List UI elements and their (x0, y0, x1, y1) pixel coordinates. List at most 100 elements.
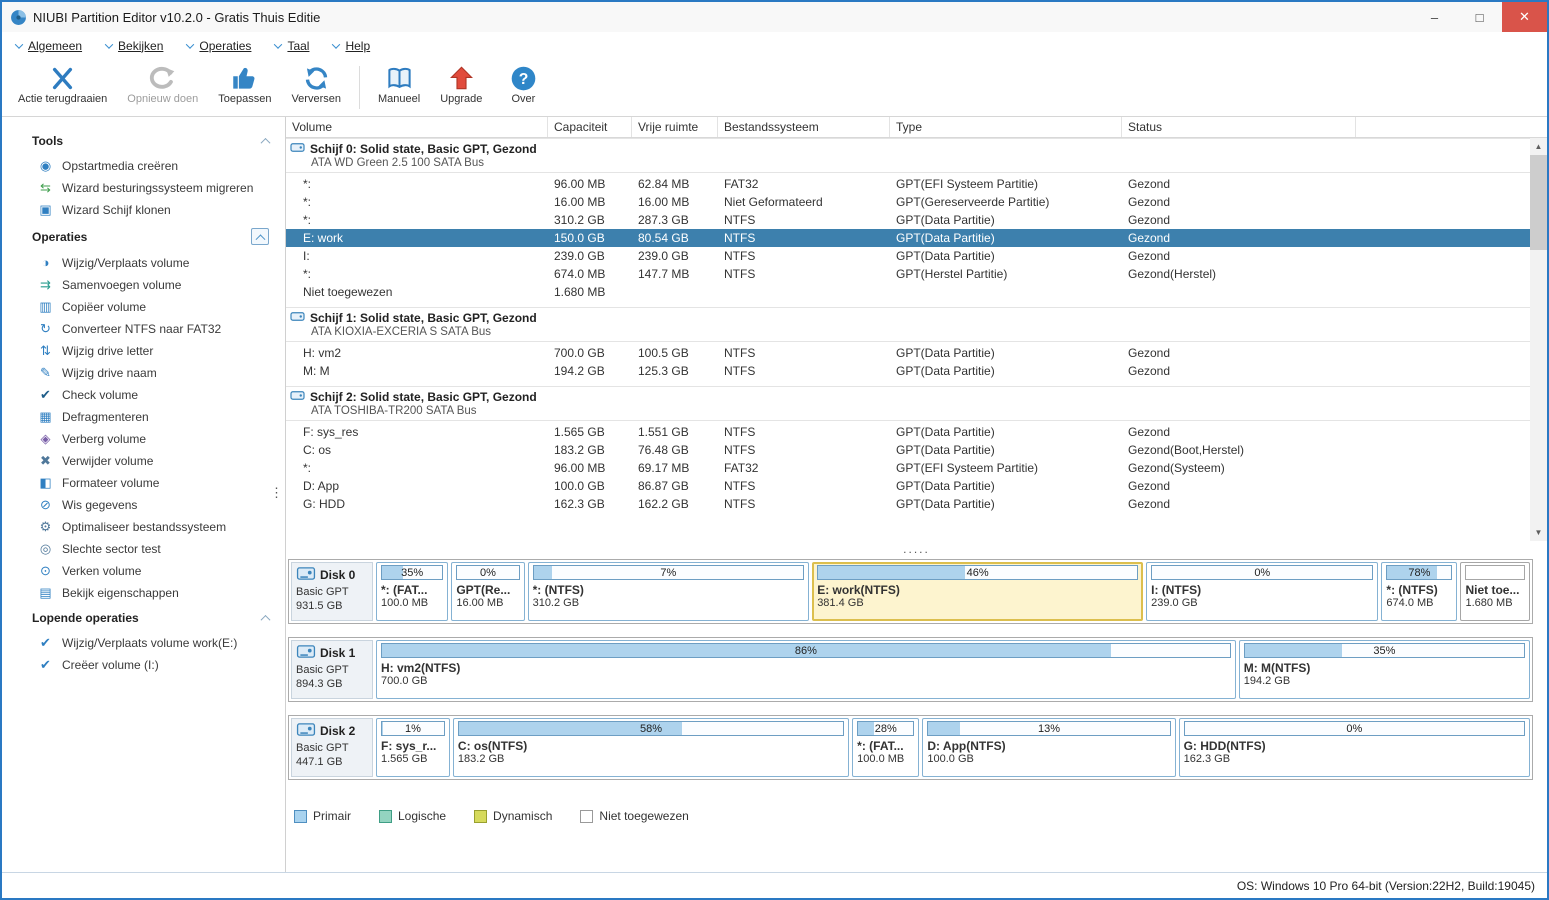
sidebar-item[interactable]: ⊙ Verken volume (2, 560, 285, 582)
partition-block[interactable]: 46% E: work(NTFS) 381.4 GB (812, 562, 1143, 621)
sidebar-item[interactable]: ▤ Bekijk eigenschappen (2, 582, 285, 604)
type-cell: GPT(EFI Systeem Partitie) (890, 177, 1122, 191)
vertical-scrollbar[interactable]: ▲ ▼ (1530, 138, 1547, 541)
volume-row[interactable]: I: 239.0 GB 239.0 GB NTFS GPT(Data Parti… (286, 247, 1530, 265)
upgrade-button[interactable]: Upgrade (430, 62, 492, 113)
sidebar-item[interactable]: ◧ Formateer volume (2, 472, 285, 494)
sidebar-item[interactable]: ◉ Opstartmedia creëren (2, 155, 285, 177)
column-header[interactable]: Vrije ruimte (632, 117, 718, 137)
sidebar-item[interactable]: ▦ Defragmenteren (2, 406, 285, 428)
disk0-info[interactable]: Disk 0 Basic GPT 931.5 GB (291, 562, 373, 621)
scrollbar-thumb[interactable] (1530, 155, 1547, 250)
disk2-header[interactable]: Schijf 2: Solid state, Basic GPT, Gezond… (286, 386, 1530, 421)
volume-row[interactable]: M: M 194.2 GB 125.3 GB NTFS GPT(Data Par… (286, 362, 1530, 380)
menu-item[interactable]: Operaties (187, 39, 251, 53)
partition-block[interactable]: 78% *: (NTFS) 674.0 MB (1381, 562, 1457, 621)
partition-block[interactable]: 35% *: (FAT... 100.0 MB (376, 562, 448, 621)
sidebar-item[interactable]: ↻ Converteer NTFS naar FAT32 (2, 318, 285, 340)
sidebar-item[interactable]: ▥ Copiëer volume (2, 296, 285, 318)
disk1-info[interactable]: Disk 1 Basic GPT 894.3 GB (291, 640, 373, 699)
partition-block[interactable]: 0% I: (NTFS) 239.0 GB (1146, 562, 1378, 621)
scroll-up-button[interactable]: ▲ (1530, 138, 1547, 155)
sidebar-item[interactable]: ✔ Check volume (2, 384, 285, 406)
partition-block[interactable]: 58% C: os(NTFS) 183.2 GB (453, 718, 849, 777)
partition-block[interactable]: 86% H: vm2(NTFS) 700.0 GB (376, 640, 1236, 699)
sidebar-item[interactable]: ✔ Creëer volume (I:) (2, 654, 285, 676)
sidebar-item[interactable]: ⚙ Optimaliseer bestandssysteem (2, 516, 285, 538)
sidebar-item[interactable]: ⇆ Wizard besturingssysteem migreren (2, 177, 285, 199)
volume-row[interactable]: Niet toegewezen 1.680 MB (286, 283, 1530, 301)
volume-row[interactable]: E: work 150.0 GB 80.54 GB NTFS GPT(Data … (286, 229, 1530, 247)
sidebar-item[interactable]: ✎ Wijzig drive naam (2, 362, 285, 384)
apply-button[interactable]: Toepassen (208, 62, 281, 113)
menu-item[interactable]: Bekijken (106, 39, 163, 53)
volume-row[interactable]: *: 310.2 GB 287.3 GB NTFS GPT(Data Parti… (286, 211, 1530, 229)
undo-button[interactable]: Actie terugdraaien (8, 62, 117, 113)
column-header[interactable]: Bestandssysteem (718, 117, 890, 137)
volume-row[interactable]: H: vm2 700.0 GB 100.5 GB NTFS GPT(Data P… (286, 344, 1530, 362)
volume-row[interactable]: *: 96.00 MB 69.17 MB FAT32 GPT(EFI Syste… (286, 459, 1530, 477)
about-button[interactable]: ? Over (492, 62, 554, 113)
capacity-cell: 700.0 GB (548, 346, 632, 360)
sidebar-splitter-handle[interactable]: ⋮ (270, 485, 283, 501)
sidebar-item[interactable]: ✔ Wijzig/Verplaats volume work(E:) (2, 632, 285, 654)
volume-row[interactable]: D: App 100.0 GB 86.87 GB NTFS GPT(Data P… (286, 477, 1530, 495)
sidebar-item[interactable]: ⊘ Wis gegevens (2, 494, 285, 516)
partition-size: 16.00 MB (456, 597, 519, 609)
partition-block[interactable]: 28% *: (FAT... 100.0 MB (852, 718, 919, 777)
scrollbar-track[interactable] (1530, 155, 1547, 524)
partition-block[interactable]: 1% F: sys_r... 1.565 GB (376, 718, 450, 777)
maximize-button[interactable]: □ (1457, 2, 1502, 32)
volume-row[interactable]: *: 96.00 MB 62.84 MB FAT32 GPT(EFI Syste… (286, 175, 1530, 193)
partition-block[interactable]: Niet toe... 1.680 MB (1460, 562, 1530, 621)
volume-row[interactable]: C: os 183.2 GB 76.48 GB NTFS GPT(Data Pa… (286, 441, 1530, 459)
capacity-cell: 183.2 GB (548, 443, 632, 457)
column-header[interactable]: Type (890, 117, 1122, 137)
sidebar-item[interactable]: ◈ Verberg volume (2, 428, 285, 450)
partition-block[interactable]: 0% GPT(Re... 16.00 MB (451, 562, 524, 621)
sidebar-item[interactable]: ✖ Verwijder volume (2, 450, 285, 472)
partition-block[interactable]: 7% *: (NTFS) 310.2 GB (528, 562, 810, 621)
minimize-button[interactable]: – (1412, 2, 1457, 32)
disk0-bus: ATA WD Green 2.5 100 SATA Bus (290, 157, 1530, 169)
collapse-icon[interactable] (261, 137, 271, 147)
sidebar-item[interactable]: ◎ Slechte sector test (2, 538, 285, 560)
pending-section-header[interactable]: Lopende operaties (2, 604, 285, 632)
disk0-header[interactable]: Schijf 0: Solid state, Basic GPT, Gezond… (286, 138, 1530, 173)
sidebar-item[interactable]: ◑ Wijzig/Verplaats volume (2, 252, 285, 274)
horizontal-splitter-handle[interactable]: ..... (286, 541, 1547, 557)
sidebar-item[interactable]: ▣ Wizard Schijf klonen (2, 199, 285, 221)
sidebar-item-label: Wijzig drive letter (62, 344, 153, 358)
manual-button[interactable]: Manueel (368, 62, 430, 113)
volume-row[interactable]: G: HDD 162.3 GB 162.2 GB NTFS GPT(Data P… (286, 495, 1530, 513)
scroll-down-button[interactable]: ▼ (1530, 524, 1547, 541)
disk1-header[interactable]: Schijf 1: Solid state, Basic GPT, Gezond… (286, 307, 1530, 342)
disk-scheme: Basic GPT (296, 586, 368, 598)
sidebar-item[interactable]: ⇉ Samenvoegen volume (2, 274, 285, 296)
partition-block[interactable]: 0% G: HDD(NTFS) 162.3 GB (1179, 718, 1530, 777)
menu-item[interactable]: Algemeen (16, 39, 82, 53)
operations-section-header[interactable]: Operaties (2, 221, 285, 252)
volume-row[interactable]: *: 674.0 MB 147.7 MB NTFS GPT(Herstel Pa… (286, 265, 1530, 283)
volume-row[interactable]: F: sys_res 1.565 GB 1.551 GB NTFS GPT(Da… (286, 423, 1530, 441)
collapse-icon[interactable] (261, 614, 271, 624)
sidebar-item-icon: ◈ (38, 432, 53, 446)
tools-section-header[interactable]: Tools (2, 127, 285, 155)
menu-item[interactable]: Taal (275, 39, 309, 53)
column-header[interactable]: Capaciteit (548, 117, 632, 137)
volume-row[interactable]: *: 16.00 MB 16.00 MB Niet Geformateerd G… (286, 193, 1530, 211)
partition-block[interactable]: 35% M: M(NTFS) 194.2 GB (1239, 640, 1530, 699)
collapse-box[interactable] (251, 228, 269, 245)
partition-block[interactable]: 13% D: App(NTFS) 100.0 GB (922, 718, 1175, 777)
refresh-button[interactable]: Verversen (281, 62, 351, 113)
volume-cell: *: (286, 177, 548, 191)
disk2-info[interactable]: Disk 2 Basic GPT 447.1 GB (291, 718, 373, 777)
redo-button[interactable]: Opnieuw doen (117, 62, 208, 113)
menu-item[interactable]: Help (333, 39, 370, 53)
sidebar-item[interactable]: ⇅ Wijzig drive letter (2, 340, 285, 362)
thumbs-up-icon (231, 65, 258, 92)
column-header[interactable]: Status (1122, 117, 1356, 137)
menu-label: Taal (287, 39, 309, 53)
close-button[interactable]: ✕ (1502, 2, 1547, 32)
column-header[interactable]: Volume (286, 117, 548, 137)
